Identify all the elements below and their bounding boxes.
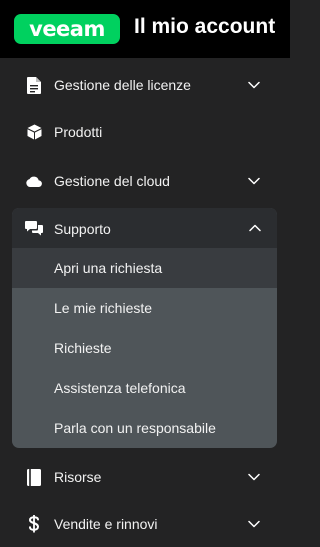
support-item-phone-support[interactable]: Assistenza telefonica xyxy=(12,368,277,408)
support-item-label: Apri una richiesta xyxy=(54,260,163,276)
nav-label-sales: Vendite e rinnovi xyxy=(54,516,158,532)
support-item-label: Richieste xyxy=(54,340,112,356)
document-icon xyxy=(26,76,42,94)
veeam-logo[interactable]: veeam xyxy=(14,14,120,44)
support-submenu: Supporto Apri una richiesta Le mie richi… xyxy=(12,208,277,448)
nav-item-cloud[interactable]: Gestione del cloud xyxy=(0,158,290,204)
nav-item-sales[interactable]: Vendite e rinnovi xyxy=(0,501,290,547)
nav-item-products[interactable]: Prodotti xyxy=(0,109,290,155)
support-item-label: Parla con un responsabile xyxy=(54,420,216,436)
cloud-icon xyxy=(26,172,42,190)
nav-label-products: Prodotti xyxy=(54,124,103,140)
chevron-down-icon[interactable] xyxy=(247,174,261,188)
chevron-up-icon[interactable] xyxy=(248,221,262,235)
support-item-talk-to-manager[interactable]: Parla con un responsabile xyxy=(12,408,277,448)
page-title: Il mio account xyxy=(134,15,276,38)
header: veeam Il mio account xyxy=(0,0,290,58)
nav-item-support[interactable]: Supporto xyxy=(12,208,277,248)
book-icon xyxy=(26,468,42,486)
logo-text: veeam xyxy=(29,16,105,41)
support-item-requests[interactable]: Richieste xyxy=(12,328,277,368)
nav-item-resources[interactable]: Risorse xyxy=(0,454,290,500)
cube-icon xyxy=(26,123,42,141)
nav-label-support: Supporto xyxy=(54,221,111,237)
nav-label-licenses: Gestione delle licenze xyxy=(54,77,191,93)
support-item-my-requests[interactable]: Le mie richieste xyxy=(12,288,277,328)
chevron-down-icon[interactable] xyxy=(247,517,261,531)
chat-bubbles-icon xyxy=(25,219,43,237)
chevron-down-icon[interactable] xyxy=(247,470,261,484)
support-item-label: Le mie richieste xyxy=(54,300,153,316)
dollar-icon xyxy=(26,515,42,533)
nav-label-resources: Risorse xyxy=(54,469,102,485)
support-item-open-request[interactable]: Apri una richiesta xyxy=(12,248,277,288)
support-item-label: Assistenza telefonica xyxy=(54,380,186,396)
chevron-down-icon[interactable] xyxy=(247,78,261,92)
nav-label-cloud: Gestione del cloud xyxy=(54,173,170,189)
nav-item-licenses[interactable]: Gestione delle licenze xyxy=(0,62,290,108)
